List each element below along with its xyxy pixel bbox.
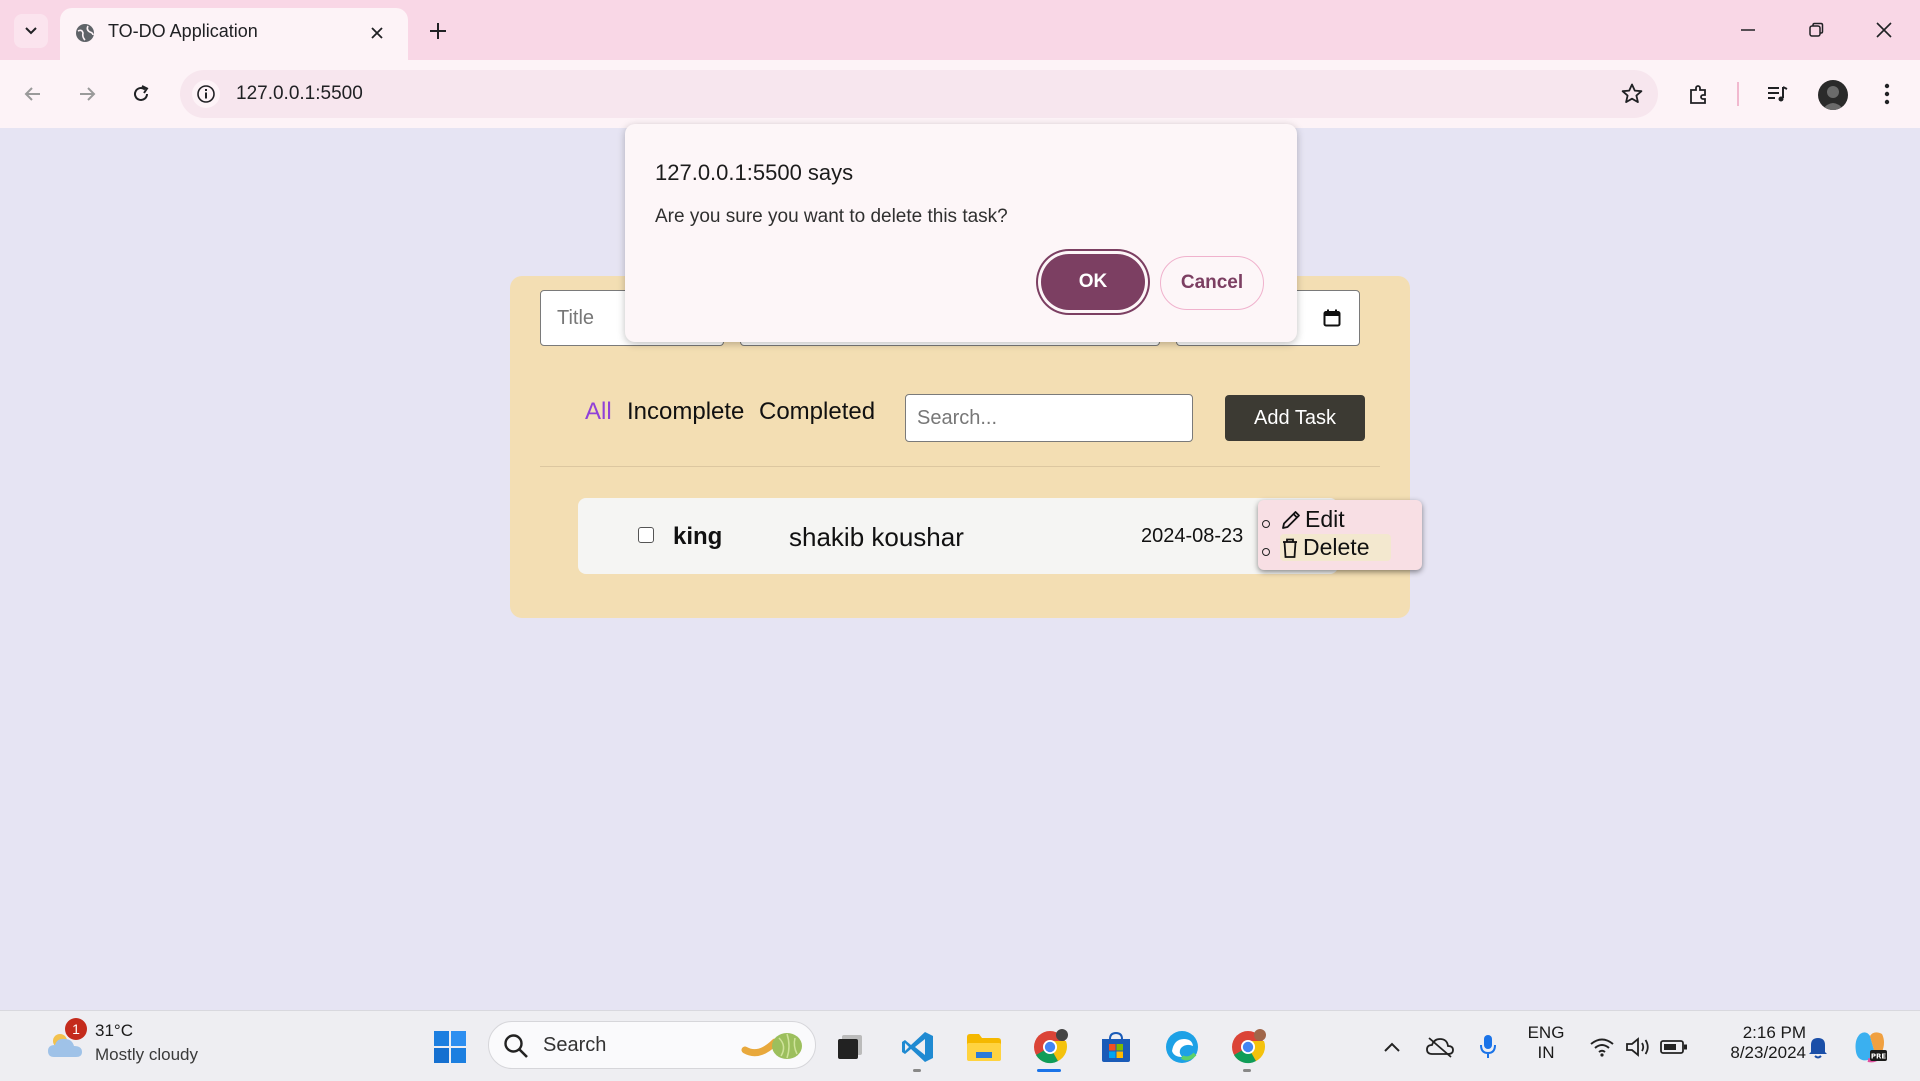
extensions-icon[interactable] [1682, 77, 1716, 111]
region-code: IN [1537, 1043, 1555, 1062]
forward-arrow-icon[interactable] [70, 77, 104, 111]
clock-date: 8/23/2024 [1730, 1043, 1806, 1062]
list-bullet [1262, 520, 1270, 528]
dialog-message: Are you sure you want to delete this tas… [655, 206, 1008, 227]
onedrive-icon[interactable] [1418, 1025, 1462, 1069]
new-tab-icon[interactable] [424, 17, 452, 45]
filter-incomplete[interactable]: Incomplete [627, 398, 744, 426]
tab-title: TO-DO Application [108, 21, 258, 41]
chrome-profile-icon[interactable] [1226, 1025, 1270, 1069]
vscode-icon[interactable] [896, 1025, 940, 1069]
chevron-up-icon[interactable] [1370, 1025, 1414, 1069]
task-title: king [673, 523, 723, 550]
back-arrow-icon[interactable] [16, 77, 50, 111]
title-placeholder: Title [557, 306, 595, 329]
browser-toolbar: 127.0.0.1:5500 [0, 60, 1920, 128]
language-indicator[interactable]: ENG IN [1518, 1023, 1574, 1063]
filter-completed[interactable]: Completed [759, 398, 875, 426]
globe-icon [74, 22, 96, 44]
clock-time: 2:16 PM [1742, 1023, 1806, 1042]
trash-icon [1280, 537, 1300, 559]
list-bullet [1262, 548, 1270, 556]
search-input[interactable]: Search... [905, 394, 1193, 442]
edit-menu-item[interactable]: Edit [1280, 506, 1345, 533]
clock[interactable]: 2:16 PM 8/23/2024 [1706, 1023, 1806, 1063]
media-controls-icon[interactable] [1760, 77, 1794, 111]
weather-temp: 31°C [95, 1021, 133, 1040]
running-indicator [1243, 1069, 1251, 1072]
tab-search-button[interactable] [14, 14, 48, 48]
search-placeholder: Search... [917, 406, 998, 429]
file-explorer-icon[interactable] [962, 1025, 1006, 1069]
ok-button[interactable]: OK [1041, 254, 1145, 310]
running-indicator [913, 1069, 921, 1072]
windows-start-icon[interactable] [428, 1025, 472, 1069]
profile-avatar[interactable] [1818, 80, 1848, 110]
url-text[interactable]: 127.0.0.1:5500 [236, 83, 363, 105]
taskbar-search[interactable]: Search [488, 1021, 816, 1069]
delete-menu-item[interactable]: Delete [1280, 534, 1392, 561]
taskbar-search-label: Search [543, 1034, 607, 1056]
task-view-icon[interactable] [828, 1025, 872, 1069]
language-code: ENG [1527, 1023, 1565, 1042]
weather-widget[interactable]: 1 31°C Mostly cloudy [20, 1011, 200, 1081]
windows-taskbar: 1 31°C Mostly cloudy Search ENG IN 2:16 … [0, 1010, 1920, 1081]
chevron-down-icon [24, 26, 38, 36]
reload-icon[interactable] [124, 77, 158, 111]
confirm-dialog: 127.0.0.1:5500 says Are you sure you wan… [625, 124, 1297, 342]
battery-icon[interactable] [1652, 1025, 1696, 1069]
task-complete-checkbox[interactable] [638, 527, 654, 543]
browser-tabstrip: TO-DO Application [0, 0, 1920, 60]
delete-label: Delete [1303, 534, 1370, 560]
pencil-icon [1280, 509, 1302, 531]
cancel-button[interactable]: Cancel [1160, 256, 1264, 310]
melon-icon [741, 1028, 807, 1062]
minimize-icon[interactable] [1730, 14, 1766, 46]
tab-close-icon[interactable] [366, 22, 388, 44]
restore-icon[interactable] [1798, 14, 1834, 46]
task-date: 2024-08-23 [1141, 525, 1244, 547]
filter-all[interactable]: All [585, 398, 612, 426]
weather-condition: Mostly cloudy [95, 1045, 198, 1064]
search-icon [503, 1033, 529, 1059]
site-info-icon[interactable] [192, 80, 220, 108]
task-actions-menu: Edit Delete [1258, 500, 1422, 570]
edit-label: Edit [1305, 506, 1345, 532]
bookmark-star-icon[interactable] [1620, 82, 1644, 106]
chrome-icon[interactable] [1028, 1025, 1072, 1069]
more-menu-icon[interactable] [1870, 77, 1904, 111]
dialog-title: 127.0.0.1:5500 says [655, 160, 854, 185]
notification-bell-icon[interactable] [1796, 1025, 1840, 1069]
toolbar-divider [1737, 82, 1739, 106]
address-bar[interactable]: 127.0.0.1:5500 [180, 70, 1658, 118]
microphone-icon[interactable] [1466, 1025, 1510, 1069]
section-divider [540, 466, 1380, 467]
browser-tab[interactable]: TO-DO Application [60, 8, 408, 60]
weather-badge: 1 [65, 1018, 87, 1040]
task-description: shakib koushar [789, 522, 964, 552]
edge-icon[interactable] [1160, 1025, 1204, 1069]
ms-store-icon[interactable] [1094, 1025, 1138, 1069]
add-task-button[interactable]: Add Task [1225, 395, 1365, 441]
copilot-badge: PRE [1871, 1053, 1887, 1061]
active-indicator [1037, 1069, 1061, 1072]
task-row: king shakib koushar 2024-08-23 [578, 498, 1338, 574]
copilot-icon[interactable]: PRE [1848, 1025, 1892, 1069]
close-window-icon[interactable] [1866, 14, 1902, 46]
calendar-icon[interactable] [1323, 309, 1341, 327]
